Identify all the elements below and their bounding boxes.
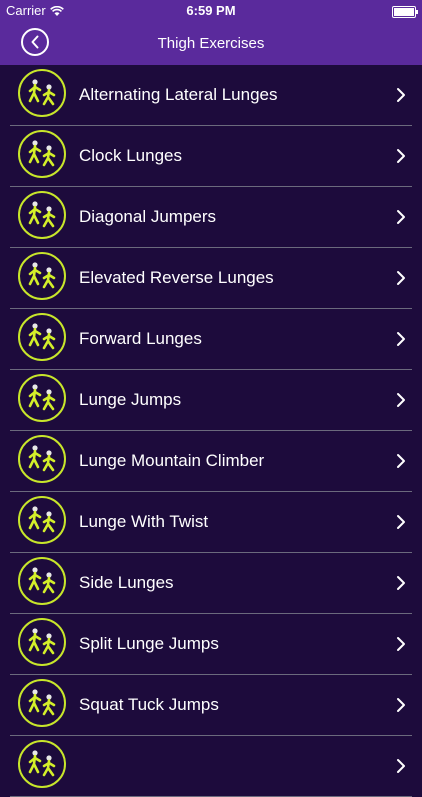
exercise-label: Elevated Reverse Lunges xyxy=(79,268,274,287)
exercise-label: Alternating Lateral Lunges xyxy=(79,85,278,104)
exercise-thumbnail-icon xyxy=(18,740,66,788)
list-item[interactable]: Lunge Jumps xyxy=(10,370,412,431)
exercise-label: Lunge Jumps xyxy=(79,390,182,409)
exercise-thumbnail-icon xyxy=(18,191,66,239)
chevron-right-icon xyxy=(396,148,406,164)
status-time: 6:59 PM xyxy=(186,3,236,18)
chevron-right-icon xyxy=(396,636,406,652)
exercise-label: Squat Tuck Jumps xyxy=(79,695,219,714)
status-bar: Carrier 6:59 PM xyxy=(0,0,422,22)
exercise-label: Lunge With Twist xyxy=(79,512,209,531)
exercise-thumbnail-icon xyxy=(18,679,66,727)
exercise-thumbnail-icon xyxy=(18,496,66,544)
exercise-label: Lunge Mountain Climber xyxy=(79,451,265,470)
chevron-right-icon xyxy=(396,87,406,103)
exercise-thumbnail-icon xyxy=(18,618,66,666)
list-item[interactable]: Diagonal Jumpers xyxy=(10,187,412,248)
battery-icon xyxy=(392,6,418,18)
exercise-list: Alternating Lateral Lunges Clock Lunges Di… xyxy=(0,65,422,797)
chevron-right-icon xyxy=(396,575,406,591)
list-item[interactable]: Clock Lunges xyxy=(10,126,412,187)
list-item[interactable]: Lunge With Twist xyxy=(10,492,412,553)
chevron-right-icon xyxy=(396,453,406,469)
page-title: Thigh Exercises xyxy=(157,35,265,52)
exercise-label: Clock Lunges xyxy=(79,146,183,165)
exercise-thumbnail-icon xyxy=(18,69,66,117)
exercise-thumbnail-icon xyxy=(18,435,66,483)
exercise-thumbnail-icon xyxy=(18,313,66,361)
chevron-right-icon xyxy=(396,270,406,286)
chevron-right-icon xyxy=(396,514,406,530)
list-item[interactable]: Squat Tuck Jumps xyxy=(10,675,412,736)
exercise-label: Split Lunge Jumps xyxy=(79,634,219,653)
list-item[interactable] xyxy=(10,736,412,797)
list-item[interactable]: Side Lunges xyxy=(10,553,412,614)
app-header: Carrier 6:59 PM Thigh Exercises xyxy=(0,0,422,65)
chevron-right-icon xyxy=(396,392,406,408)
chevron-right-icon xyxy=(396,758,406,774)
list-item[interactable]: Elevated Reverse Lunges xyxy=(10,248,412,309)
list-item[interactable]: Forward Lunges xyxy=(10,309,412,370)
exercise-label: Forward Lunges xyxy=(79,329,202,348)
exercise-label: Side Lunges xyxy=(79,573,174,592)
exercise-thumbnail-icon xyxy=(18,252,66,300)
chevron-right-icon xyxy=(396,331,406,347)
exercise-thumbnail-icon xyxy=(18,557,66,605)
exercise-thumbnail-icon xyxy=(18,130,66,178)
list-item[interactable]: Alternating Lateral Lunges xyxy=(10,65,412,126)
exercise-thumbnail-icon xyxy=(18,374,66,422)
list-item[interactable]: Split Lunge Jumps xyxy=(10,614,412,675)
chevron-right-icon xyxy=(396,697,406,713)
list-item[interactable]: Lunge Mountain Climber xyxy=(10,431,412,492)
navigation-bar: Thigh Exercises xyxy=(0,22,422,65)
exercise-label: Diagonal Jumpers xyxy=(79,207,217,226)
chevron-right-icon xyxy=(396,209,406,225)
